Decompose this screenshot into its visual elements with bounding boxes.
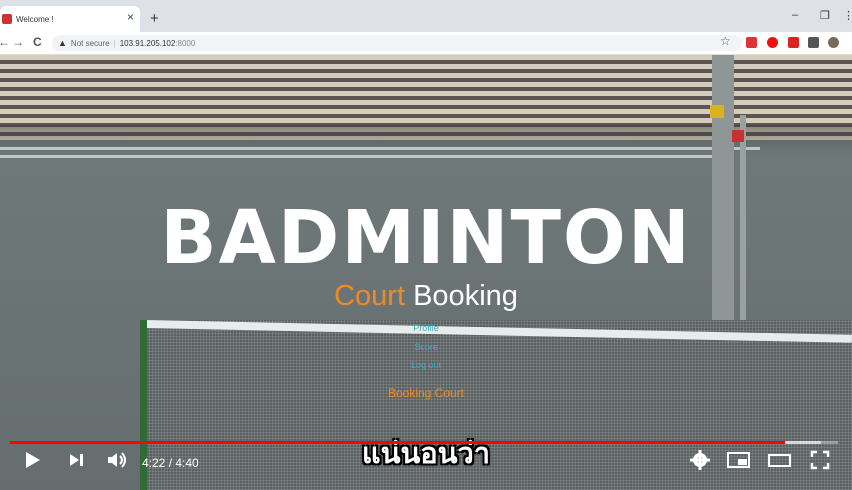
fullscreen-icon <box>810 450 830 470</box>
theater-mode-button[interactable] <box>768 450 792 476</box>
background-conduit <box>0 155 720 158</box>
volume-icon <box>108 452 126 468</box>
subtitle-accent: Court <box>334 280 406 312</box>
nav-link-profile[interactable]: Profile <box>0 323 852 333</box>
theater-icon <box>768 454 791 467</box>
background-box <box>710 105 724 118</box>
profile-avatar[interactable] <box>828 37 839 48</box>
new-tab-button[interactable]: + <box>150 10 159 27</box>
bookmark-star-icon[interactable]: ☆ <box>720 34 731 48</box>
background-box <box>732 130 744 142</box>
play-icon <box>26 452 40 468</box>
background-conduit <box>0 147 760 150</box>
fullscreen-button[interactable] <box>810 450 830 476</box>
tab-close-icon[interactable]: × <box>127 10 134 24</box>
progress-played[interactable] <box>10 441 785 444</box>
video-player[interactable]: BADMINTON Court Booking Profile Score Lo… <box>0 55 852 490</box>
address-bar[interactable]: ▲ Not secure | 103.91.205.102:8000 <box>52 35 742 51</box>
miniplayer-icon <box>727 452 750 468</box>
window-menu-icon[interactable]: ⋮ <box>843 9 852 22</box>
extension-video-icon[interactable] <box>788 37 799 48</box>
extension-opera-icon[interactable] <box>767 37 778 48</box>
tab-title: Welcome ! <box>16 14 54 24</box>
hero-title: BADMINTON <box>160 195 692 281</box>
play-button[interactable] <box>24 450 42 476</box>
subtitle-rest: Booking <box>405 280 518 312</box>
url-port: :8000 <box>175 38 196 48</box>
hero-subtitle: Court Booking <box>0 280 852 313</box>
nav-link-score[interactable]: Score <box>0 342 852 352</box>
not-secure-icon: ▲ <box>58 38 67 48</box>
extensions-puzzle-icon[interactable] <box>808 37 819 48</box>
miniplayer-button[interactable] <box>727 450 751 476</box>
forward-icon[interactable]: → <box>12 35 24 49</box>
address-divider: | <box>113 38 116 48</box>
nav-link-logout[interactable]: Log out <box>0 360 852 370</box>
url-host: 103.91.205.102 <box>119 38 176 48</box>
browser-tab-bar: Welcome ! × + – ❐ ⋮ <box>0 0 852 32</box>
next-icon <box>70 454 83 466</box>
next-button[interactable] <box>68 450 86 476</box>
site-favicon-icon <box>2 14 12 24</box>
volume-button[interactable] <box>106 450 130 476</box>
extension-pocket-icon[interactable] <box>746 37 757 48</box>
minimize-button[interactable]: – <box>792 9 798 21</box>
back-icon[interactable]: ← <box>0 35 10 49</box>
browser-tab[interactable]: Welcome ! × <box>0 6 140 32</box>
settings-gear-icon <box>690 450 710 470</box>
booking-court-link[interactable]: Booking Court <box>0 386 852 400</box>
security-label[interactable]: Not secure <box>71 39 110 48</box>
reload-icon[interactable]: C <box>33 35 42 49</box>
restore-button[interactable]: ❐ <box>820 9 830 22</box>
settings-button[interactable] <box>690 450 710 476</box>
time-display: 4:22 / 4:40 <box>142 456 199 470</box>
browser-toolbar: ← → C ▲ Not secure | 103.91.205.102:8000… <box>0 32 852 55</box>
